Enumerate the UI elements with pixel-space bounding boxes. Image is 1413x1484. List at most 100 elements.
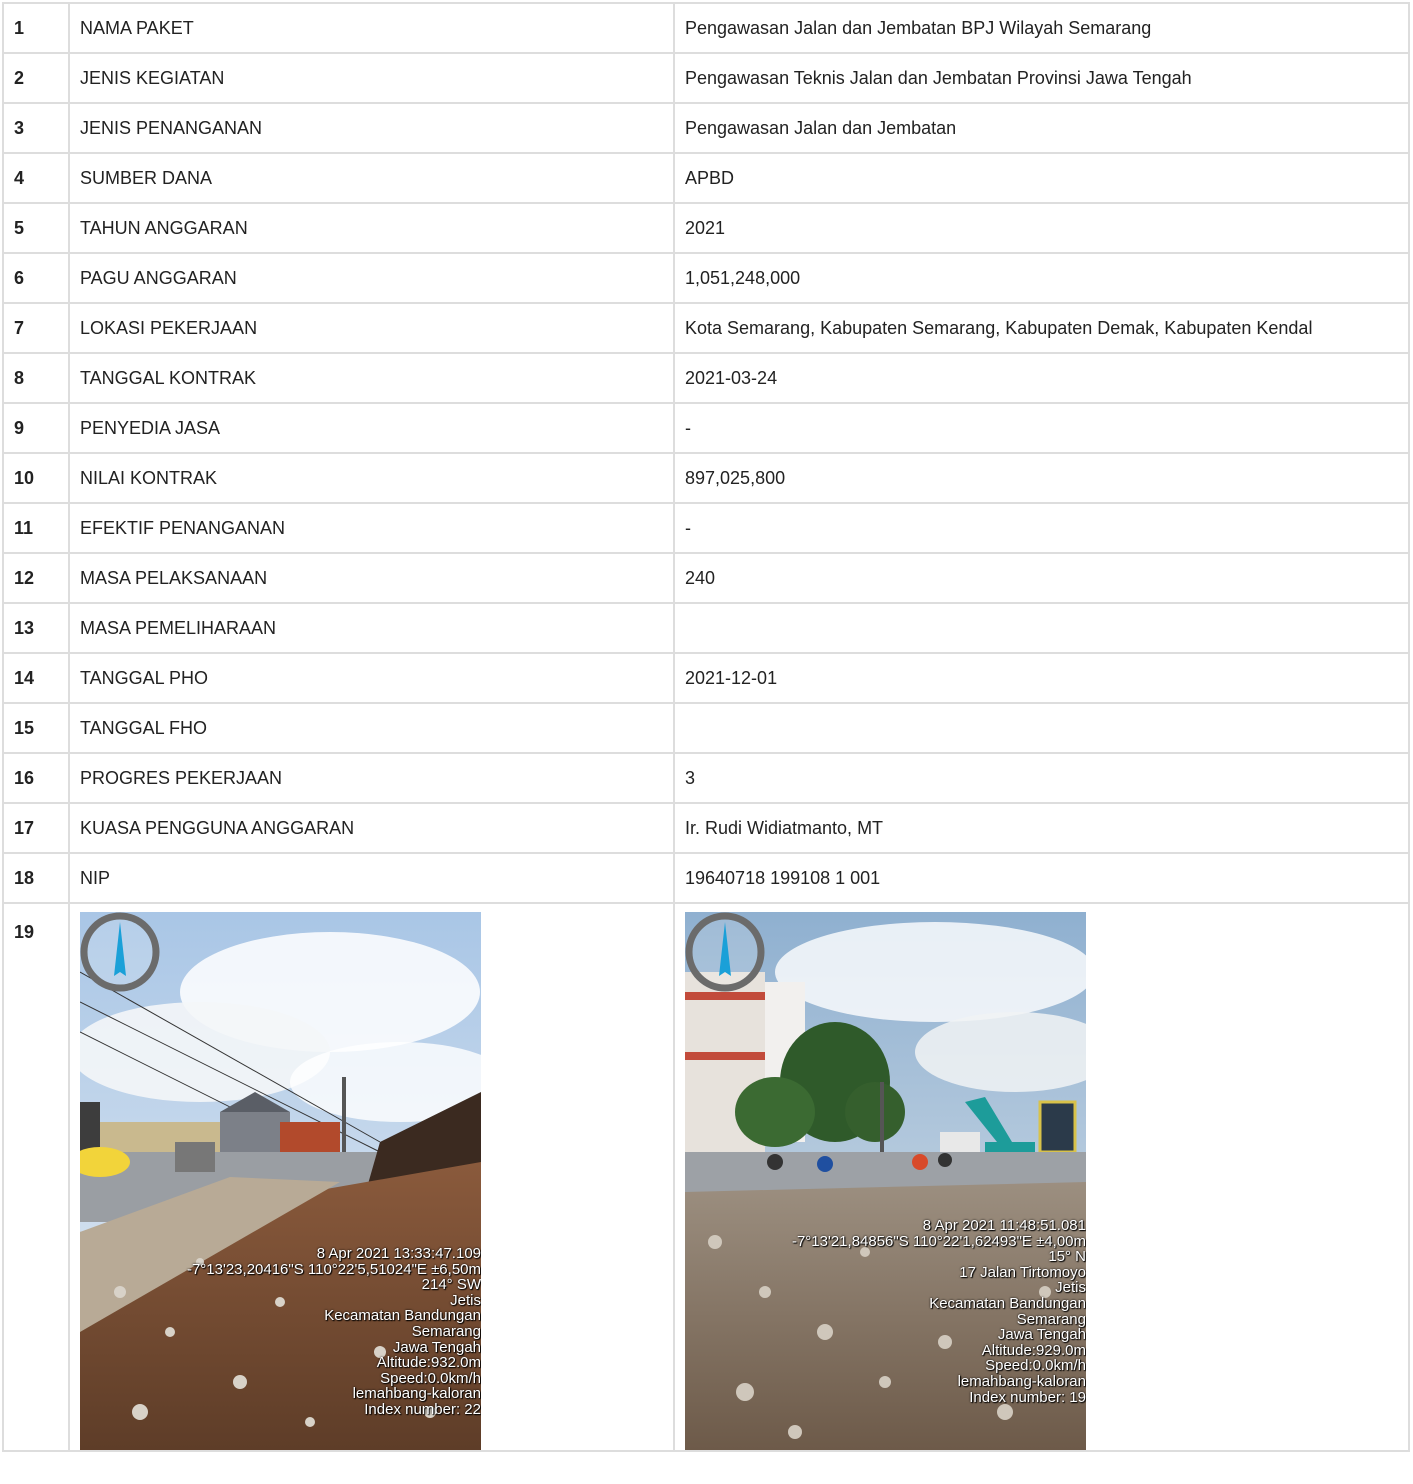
overlay-line: Speed:0.0km/h — [380, 1369, 481, 1387]
table-row: 12 MASA PELAKSANAAN 240 — [2, 552, 1410, 604]
overlay-line: lemahbang-kaloran — [352, 1385, 481, 1403]
table-row: 10 NILAI KONTRAK 897,025,800 — [2, 452, 1410, 504]
table-body: 1 NAMA PAKET Pengawasan Jalan dan Jembatan… — [2, 2, 1410, 904]
row-number: 7 — [2, 302, 70, 354]
row-label: TANGGAL FHO — [68, 702, 675, 754]
row-label: NILAI KONTRAK — [68, 452, 675, 504]
table-row: 5 TAHUN ANGGARAN 2021 — [2, 202, 1410, 254]
overlay-line: Speed:0.0km/h — [985, 1357, 1086, 1375]
row-value — [673, 602, 1410, 654]
table-row: 11 EFEKTIF PENANGANAN - — [2, 502, 1410, 554]
row-number: 12 — [2, 552, 70, 604]
row-value: 2021-12-01 — [673, 652, 1410, 704]
table-row: 8 TANGGAL KONTRAK 2021-03-24 — [2, 352, 1410, 404]
row-number: 2 — [2, 52, 70, 104]
row-number: 5 — [2, 202, 70, 254]
table-row: 15 TANGGAL FHO — [2, 702, 1410, 754]
row-label: LOKASI PEKERJAAN — [68, 302, 675, 354]
project-info-table: 1 NAMA PAKET Pengawasan Jalan dan Jembatan… — [2, 2, 1410, 1452]
row-number: 18 — [2, 852, 70, 904]
row-value: Pengawasan Teknis Jalan dan Jembatan Pro… — [673, 52, 1410, 104]
row-number: 19 — [2, 902, 70, 1452]
overlay-line: 8 Apr 2021 13:33:47.109 — [316, 1245, 481, 1262]
table-row: 17 KUASA PENGGUNA ANGGARAN Ir. Rudi Widiat… — [2, 802, 1410, 854]
table-row: 13 MASA PEMELIHARAAN — [2, 602, 1410, 654]
row-label: PROGRES PEKERJAAN — [68, 752, 675, 804]
table-row: 3 JENIS PENANGANAN Pengawasan Jalan dan Je… — [2, 102, 1410, 154]
row-label: NAMA PAKET — [68, 2, 675, 54]
overlay-line: Index number: 19 — [969, 1388, 1086, 1406]
row-number: 3 — [2, 102, 70, 154]
row-value: 2021 — [673, 202, 1410, 254]
row-label: TAHUN ANGGARAN — [68, 202, 675, 254]
compass-icon — [685, 912, 765, 992]
overlay-line: -7°13'21,84856"S 110°22'1,62493"E ±4,00m — [791, 1232, 1086, 1250]
table-row: 4 SUMBER DANA APBD — [2, 152, 1410, 204]
overlay-line: lemahbang-kaloran — [957, 1372, 1086, 1390]
table-row-photos: 19 8 Apr 2021 13:33:47.109 -7°13'23,2041… — [2, 902, 1410, 1452]
overlay-line: Altitude:929.0m — [981, 1341, 1086, 1359]
row-value: Ir. Rudi Widiatmanto, MT — [673, 802, 1410, 854]
overlay-line: Kecamatan Bandungan — [324, 1307, 481, 1325]
row-label: PAGU ANGGARAN — [68, 252, 675, 304]
overlay-line: 15° N — [1048, 1248, 1086, 1266]
row-label: MASA PELAKSANAAN — [68, 552, 675, 604]
overlay-line: Semarang — [411, 1322, 481, 1340]
photo-cell-1: 8 Apr 2021 13:33:47.109 -7°13'23,20416"S … — [68, 902, 675, 1452]
photo-2-overlay: 8 Apr 2021 11:48:51.081 -7°13'21,84856"S … — [792, 1218, 1086, 1405]
overlay-line: Kecamatan Bandungan — [929, 1294, 1086, 1312]
row-value: 19640718 199108 1 001 — [673, 852, 1410, 904]
row-value — [673, 702, 1410, 754]
row-label: JENIS KEGIATAN — [68, 52, 675, 104]
table-row: 2 JENIS KEGIATAN Pengawasan Teknis Jalan d… — [2, 52, 1410, 104]
table-row: 16 PROGRES PEKERJAAN 3 — [2, 752, 1410, 804]
overlay-line: 214° SW — [421, 1276, 481, 1294]
overlay-line: Altitude:932.0m — [376, 1354, 481, 1372]
photo-cell-2: 8 Apr 2021 11:48:51.081 -7°13'21,84856"S … — [673, 902, 1410, 1452]
compass-icon — [80, 912, 160, 992]
row-number: 9 — [2, 402, 70, 454]
table-row: 14 TANGGAL PHO 2021-12-01 — [2, 652, 1410, 704]
row-label: KUASA PENGGUNA ANGGARAN — [68, 802, 675, 854]
overlay-line: Index number: 22 — [364, 1400, 481, 1418]
overlay-line: Jawa Tengah — [997, 1326, 1086, 1344]
row-value: 1,051,248,000 — [673, 252, 1410, 304]
row-value: Kota Semarang, Kabupaten Semarang, Kabup… — [673, 302, 1410, 354]
row-value: - — [673, 502, 1410, 554]
row-number: 11 — [2, 502, 70, 554]
row-number: 4 — [2, 152, 70, 204]
row-number: 13 — [2, 602, 70, 654]
overlay-line: Jetis — [1055, 1279, 1086, 1297]
row-number: 16 — [2, 752, 70, 804]
table-row: 7 LOKASI PEKERJAAN Kota Semarang, Kabupate… — [2, 302, 1410, 354]
row-value: 897,025,800 — [673, 452, 1410, 504]
overlay-line: Jawa Tengah — [392, 1338, 481, 1356]
row-value: - — [673, 402, 1410, 454]
photo-1-overlay: 8 Apr 2021 13:33:47.109 -7°13'23,20416"S … — [187, 1246, 481, 1418]
row-label: TANGGAL PHO — [68, 652, 675, 704]
row-number: 15 — [2, 702, 70, 754]
row-label: MASA PEMELIHARAAN — [68, 602, 675, 654]
row-label: SUMBER DANA — [68, 152, 675, 204]
row-value: 2021-03-24 — [673, 352, 1410, 404]
overlay-line: 8 Apr 2021 11:48:51.081 — [922, 1217, 1086, 1234]
row-number: 8 — [2, 352, 70, 404]
site-photo-2: 8 Apr 2021 11:48:51.081 -7°13'21,84856"S … — [685, 912, 1086, 1450]
row-number: 6 — [2, 252, 70, 304]
table-row: 1 NAMA PAKET Pengawasan Jalan dan Jembatan… — [2, 2, 1410, 54]
site-photo-1: 8 Apr 2021 13:33:47.109 -7°13'23,20416"S … — [80, 912, 481, 1450]
table-row: 6 PAGU ANGGARAN 1,051,248,000 — [2, 252, 1410, 304]
row-value: 3 — [673, 752, 1410, 804]
row-label: JENIS PENANGANAN — [68, 102, 675, 154]
row-number: 10 — [2, 452, 70, 504]
overlay-line: Semarang — [1016, 1310, 1086, 1328]
row-value: 240 — [673, 552, 1410, 604]
row-value: Pengawasan Jalan dan Jembatan — [673, 102, 1410, 154]
overlay-line: -7°13'23,20416"S 110°22'5,51024"E ±6,50m — [186, 1260, 481, 1278]
row-value: APBD — [673, 152, 1410, 204]
row-label: TANGGAL KONTRAK — [68, 352, 675, 404]
row-value: Pengawasan Jalan dan Jembatan BPJ Wilaya… — [673, 2, 1410, 54]
table-row: 9 PENYEDIA JASA - — [2, 402, 1410, 454]
row-number: 14 — [2, 652, 70, 704]
overlay-line: 17 Jalan Tirtomoyo — [959, 1263, 1086, 1281]
